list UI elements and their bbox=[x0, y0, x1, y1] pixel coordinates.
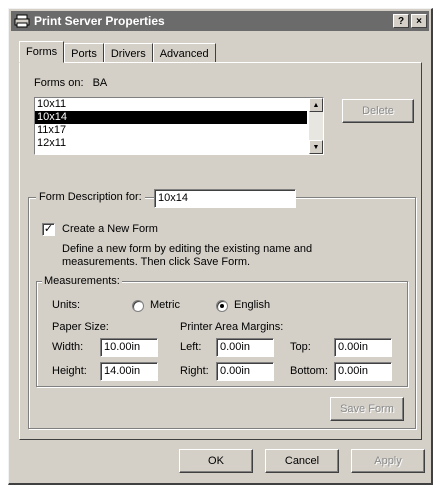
tab-drivers[interactable]: Drivers bbox=[103, 43, 153, 63]
height-label: Height: bbox=[52, 365, 87, 377]
close-button[interactable]: × bbox=[411, 14, 427, 28]
english-radio[interactable] bbox=[216, 300, 228, 312]
forms-list-scrollbar[interactable]: ▲ ▼ bbox=[309, 98, 323, 154]
apply-button[interactable]: Apply bbox=[351, 449, 425, 473]
tab-strip: Forms Ports Drivers Advanced bbox=[19, 41, 216, 63]
tab-ports[interactable]: Ports bbox=[64, 43, 104, 63]
paper-size-label: Paper Size: bbox=[52, 321, 109, 333]
tab-advanced[interactable]: Advanced bbox=[152, 43, 216, 63]
printer-icon bbox=[14, 14, 30, 28]
forms-listbox[interactable]: 10x11 10x14 11x17 12x11 ▲ ▼ bbox=[34, 97, 324, 155]
ok-button[interactable]: OK bbox=[179, 449, 253, 473]
create-new-form-checkbox[interactable]: ✓ bbox=[42, 223, 55, 236]
forms-on-label: Forms on: BA bbox=[34, 77, 108, 89]
tab-forms[interactable]: Forms bbox=[19, 41, 65, 63]
width-label: Width: bbox=[52, 341, 84, 353]
english-label: English bbox=[234, 299, 271, 311]
top-margin-input[interactable]: 0.00in bbox=[334, 338, 392, 357]
list-item-selected[interactable]: 10x14 bbox=[35, 111, 307, 124]
top-margin-label: Top: bbox=[290, 341, 311, 353]
list-item[interactable]: 10x11 bbox=[35, 98, 307, 111]
create-form-help-line2: measurements. Then click Save Form. bbox=[62, 256, 251, 268]
form-name-input[interactable]: 10x14 bbox=[154, 189, 296, 208]
delete-button[interactable]: Delete bbox=[342, 99, 414, 123]
list-item[interactable]: 12x11 bbox=[35, 137, 307, 150]
forms-on-server: BA bbox=[92, 77, 108, 89]
bottom-margin-label: Bottom: bbox=[290, 365, 328, 377]
window-title: Print Server Properties bbox=[34, 14, 165, 28]
height-input[interactable]: 14.00in bbox=[100, 362, 158, 381]
left-margin-label: Left: bbox=[180, 341, 202, 353]
forms-tab-panel: Forms on: BA 10x11 10x14 11x17 12x11 ▲ ▼… bbox=[19, 62, 422, 440]
print-server-properties-window: Print Server Properties ? × Forms Ports … bbox=[8, 8, 433, 485]
cancel-button[interactable]: Cancel bbox=[265, 449, 339, 473]
scroll-down-icon[interactable]: ▼ bbox=[309, 140, 323, 154]
metric-label: Metric bbox=[150, 299, 180, 311]
right-margin-label: Right: bbox=[180, 365, 209, 377]
list-item[interactable]: 11x17 bbox=[35, 124, 307, 137]
scroll-up-icon[interactable]: ▲ bbox=[309, 98, 323, 112]
forms-on-text: Forms on: bbox=[34, 77, 84, 89]
width-input[interactable]: 10.00in bbox=[100, 338, 158, 357]
printer-area-margins-label: Printer Area Margins: bbox=[180, 321, 284, 333]
bottom-margin-input[interactable]: 0.00in bbox=[334, 362, 392, 381]
right-margin-input[interactable]: 0.00in bbox=[216, 362, 274, 381]
form-description-label: Form Description for: bbox=[36, 191, 145, 203]
units-label: Units: bbox=[52, 299, 81, 311]
metric-radio[interactable] bbox=[132, 300, 144, 312]
left-margin-input[interactable]: 0.00in bbox=[216, 338, 274, 357]
help-button[interactable]: ? bbox=[393, 14, 409, 28]
measurements-label: Measurements: bbox=[42, 275, 122, 287]
create-new-form-label: Create a New Form bbox=[62, 223, 158, 235]
create-form-help-line1: Define a new form by editing the existin… bbox=[62, 243, 313, 255]
save-form-button[interactable]: Save Form bbox=[330, 397, 404, 421]
title-bar[interactable]: Print Server Properties ? × bbox=[11, 11, 429, 31]
